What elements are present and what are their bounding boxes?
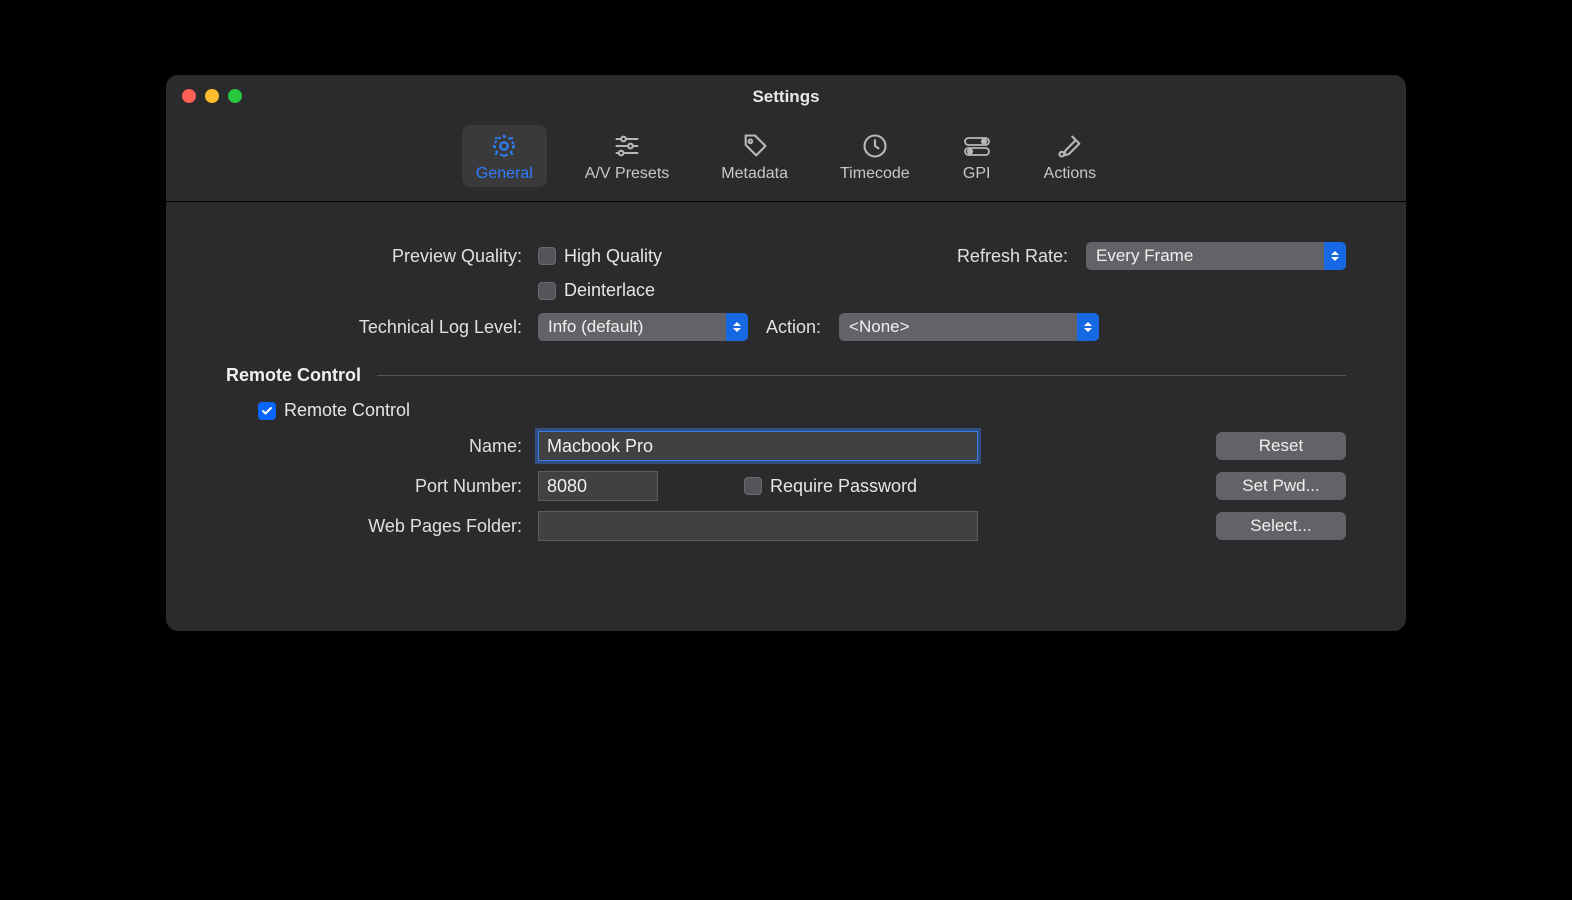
action-select[interactable]: <None> xyxy=(839,313,1099,341)
minimize-window-button[interactable] xyxy=(205,89,219,103)
refresh-rate-label: Refresh Rate: xyxy=(957,246,1068,267)
name-input[interactable] xyxy=(538,431,978,461)
toolbar-tabs: General A/V Presets Metadata xyxy=(166,119,1406,202)
tab-label: A/V Presets xyxy=(585,165,669,183)
select-folder-button[interactable]: Select... xyxy=(1216,512,1346,540)
settings-window: Settings General A/V Presets xyxy=(166,75,1406,631)
toggles-icon xyxy=(962,131,992,161)
deinterlace-checkbox[interactable]: Deinterlace xyxy=(538,280,655,301)
checkbox-box-icon xyxy=(258,402,276,420)
tab-actions[interactable]: Actions xyxy=(1030,125,1110,187)
tab-av-presets[interactable]: A/V Presets xyxy=(571,125,683,187)
set-password-button[interactable]: Set Pwd... xyxy=(1216,472,1346,500)
action-label: Action: xyxy=(766,317,821,338)
checkbox-label: High Quality xyxy=(564,246,662,267)
tag-icon xyxy=(740,131,770,161)
tab-label: Actions xyxy=(1044,165,1096,183)
tab-label: Metadata xyxy=(721,165,788,183)
window-title: Settings xyxy=(752,87,819,107)
stepper-arrows-icon xyxy=(1077,313,1099,341)
select-value: Info (default) xyxy=(548,317,643,337)
refresh-rate-select[interactable]: Every Frame xyxy=(1086,242,1346,270)
section-title: Remote Control xyxy=(226,365,361,386)
name-label: Name: xyxy=(226,436,526,457)
stepper-arrows-icon xyxy=(1324,242,1346,270)
remote-control-checkbox[interactable]: Remote Control xyxy=(258,400,410,421)
web-folder-label: Web Pages Folder: xyxy=(226,516,526,537)
stepper-arrows-icon xyxy=(726,313,748,341)
traffic-lights xyxy=(182,89,242,103)
clock-icon xyxy=(860,131,890,161)
reset-button[interactable]: Reset xyxy=(1216,432,1346,460)
close-window-button[interactable] xyxy=(182,89,196,103)
select-value: <None> xyxy=(849,317,910,337)
log-level-label: Technical Log Level: xyxy=(226,317,526,338)
sliders-icon xyxy=(612,131,642,161)
select-value: Every Frame xyxy=(1096,246,1193,266)
tab-metadata[interactable]: Metadata xyxy=(707,125,802,187)
titlebar: Settings xyxy=(166,75,1406,119)
divider xyxy=(377,375,1346,376)
checkbox-label: Remote Control xyxy=(284,400,410,421)
checkbox-label: Deinterlace xyxy=(564,280,655,301)
cricket-bat-icon xyxy=(1055,131,1085,161)
tab-label: Timecode xyxy=(840,165,910,183)
preview-quality-label: Preview Quality: xyxy=(226,246,526,267)
tab-timecode[interactable]: Timecode xyxy=(826,125,924,187)
checkbox-box-icon xyxy=(538,282,556,300)
maximize-window-button[interactable] xyxy=(228,89,242,103)
port-label: Port Number: xyxy=(226,476,526,497)
port-input[interactable] xyxy=(538,471,658,501)
tab-label: General xyxy=(476,165,533,183)
require-password-checkbox[interactable]: Require Password xyxy=(744,476,917,497)
high-quality-checkbox[interactable]: High Quality xyxy=(538,246,662,267)
tab-gpi[interactable]: GPI xyxy=(948,125,1006,187)
content-pane: Preview Quality: High Quality Refresh Ra… xyxy=(166,202,1406,631)
gear-icon xyxy=(489,131,519,161)
checkbox-box-icon xyxy=(538,247,556,265)
checkbox-label: Require Password xyxy=(770,476,917,497)
log-level-select[interactable]: Info (default) xyxy=(538,313,748,341)
tab-label: GPI xyxy=(963,165,991,183)
remote-control-section-header: Remote Control xyxy=(226,365,1346,386)
checkbox-box-icon xyxy=(744,477,762,495)
web-folder-input[interactable] xyxy=(538,511,978,541)
tab-general[interactable]: General xyxy=(462,125,547,187)
